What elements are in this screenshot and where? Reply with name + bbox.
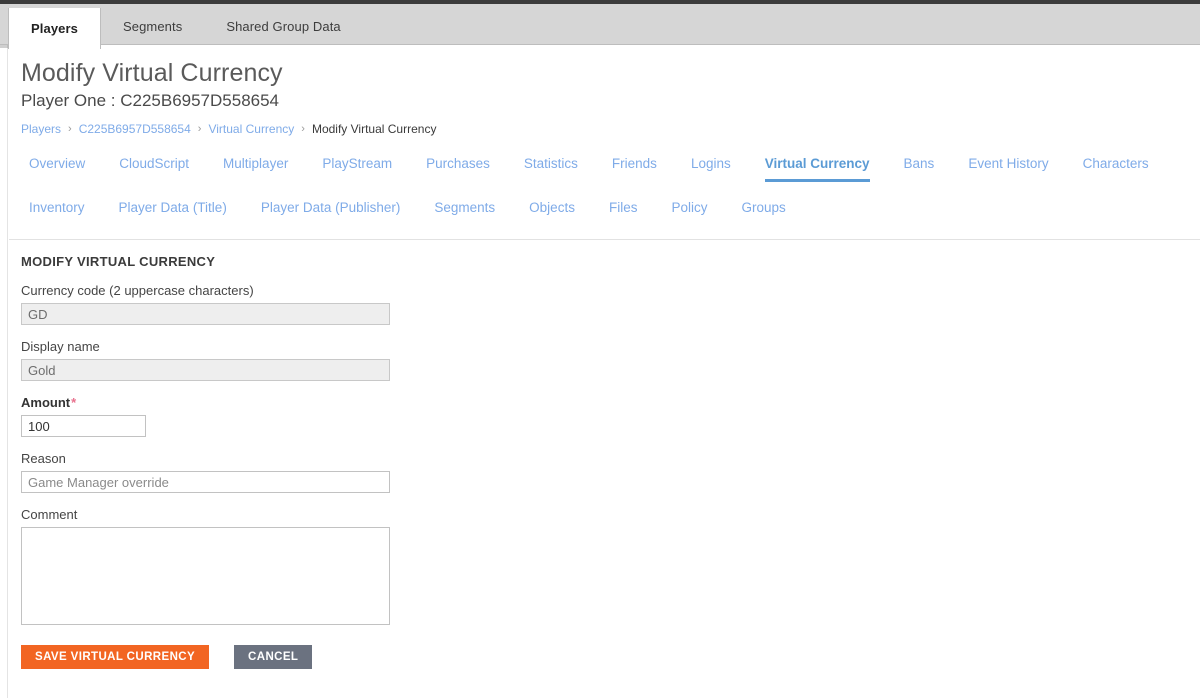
nav-item-friends[interactable]: Friends	[612, 149, 657, 173]
breadcrumb-item-players[interactable]: Players	[21, 121, 61, 137]
field-reason: Reason	[21, 450, 1200, 493]
nav-item-objects[interactable]: Objects	[529, 197, 575, 217]
nav-item-logins[interactable]: Logins	[691, 149, 731, 173]
form-section-title: MODIFY VIRTUAL CURRENCY	[21, 254, 216, 269]
page-title: Modify Virtual Currency	[21, 59, 283, 87]
player-nav: Overview CloudScript Multiplayer PlayStr…	[9, 149, 1200, 240]
field-currency-code: Currency code (2 uppercase characters)	[21, 282, 1200, 325]
page-subtitle: Player One : C225B6957D558654	[21, 91, 280, 110]
field-display-name: Display name	[21, 338, 1200, 381]
reason-input[interactable]	[21, 471, 390, 493]
display-name-input[interactable]	[21, 359, 390, 381]
breadcrumb-item-virtual-currency[interactable]: Virtual Currency	[208, 121, 294, 137]
amount-label-text: Amount	[21, 395, 71, 410]
tab-players-label: Players	[31, 21, 78, 36]
cancel-button[interactable]: CANCEL	[234, 645, 313, 669]
nav-item-cloudscript[interactable]: CloudScript	[119, 149, 189, 173]
breadcrumb-item-current: Modify Virtual Currency	[311, 122, 437, 136]
amount-input[interactable]	[21, 415, 146, 437]
tab-players[interactable]: Players	[8, 8, 101, 50]
comment-label: Comment	[21, 507, 78, 522]
player-nav-row-2: Inventory Player Data (Title) Player Dat…	[9, 197, 1200, 239]
modify-virtual-currency-form: MODIFY VIRTUAL CURRENCY Currency code (2…	[9, 240, 1200, 669]
currency-code-input[interactable]	[21, 303, 390, 325]
page-header: Modify Virtual Currency Player One : C22…	[9, 50, 1200, 137]
nav-item-event-history[interactable]: Event History	[968, 149, 1048, 173]
comment-textarea[interactable]	[21, 527, 390, 625]
nav-item-policy[interactable]: Policy	[671, 197, 707, 217]
left-rail-lower	[0, 48, 8, 698]
breadcrumb: Players › C225B6957D558654 › Virtual Cur…	[21, 121, 1200, 137]
field-comment: Comment	[21, 506, 1200, 625]
tab-segments-label: Segments	[122, 19, 183, 34]
nav-item-bans[interactable]: Bans	[904, 149, 935, 173]
top-tabs: Players Segments Shared Group Data	[8, 4, 363, 50]
nav-item-characters[interactable]: Characters	[1083, 149, 1149, 173]
breadcrumb-item-player-id[interactable]: C225B6957D558654	[79, 121, 191, 137]
nav-item-files[interactable]: Files	[609, 197, 638, 217]
display-name-label: Display name	[21, 339, 100, 354]
field-amount: Amount*	[21, 394, 1200, 437]
nav-item-inventory[interactable]: Inventory	[29, 197, 85, 217]
tab-shared-group-data-label: Shared Group Data	[226, 19, 341, 34]
nav-item-overview[interactable]: Overview	[29, 149, 85, 173]
top-tab-bar: Players Segments Shared Group Data	[0, 4, 1200, 50]
app-root: Players Segments Shared Group Data Modif…	[0, 0, 1200, 698]
tab-segments[interactable]: Segments	[101, 4, 204, 49]
nav-item-player-data-publisher[interactable]: Player Data (Publisher)	[261, 197, 401, 217]
nav-item-statistics[interactable]: Statistics	[524, 149, 578, 173]
player-nav-row-1: Overview CloudScript Multiplayer PlayStr…	[9, 149, 1200, 197]
form-actions: SAVE VIRTUAL CURRENCY CANCEL	[21, 645, 1200, 669]
tab-shared-group-data[interactable]: Shared Group Data	[204, 4, 362, 49]
nav-item-groups[interactable]: Groups	[741, 197, 785, 217]
reason-label: Reason	[21, 451, 66, 466]
currency-code-label: Currency code (2 uppercase characters)	[21, 283, 254, 298]
nav-item-multiplayer[interactable]: Multiplayer	[223, 149, 288, 173]
amount-label: Amount*	[21, 394, 1200, 411]
nav-item-purchases[interactable]: Purchases	[426, 149, 490, 173]
nav-item-player-data-title[interactable]: Player Data (Title)	[119, 197, 227, 217]
nav-item-virtual-currency[interactable]: Virtual Currency	[764, 149, 870, 182]
breadcrumb-separator-icon: ›	[197, 123, 202, 135]
breadcrumb-separator-icon: ›	[301, 123, 305, 135]
save-virtual-currency-button[interactable]: SAVE VIRTUAL CURRENCY	[21, 645, 210, 669]
nav-item-segments[interactable]: Segments	[434, 197, 495, 217]
nav-item-playstream[interactable]: PlayStream	[322, 149, 392, 173]
breadcrumb-separator-icon: ›	[68, 123, 72, 135]
required-asterisk-icon: *	[71, 395, 77, 410]
